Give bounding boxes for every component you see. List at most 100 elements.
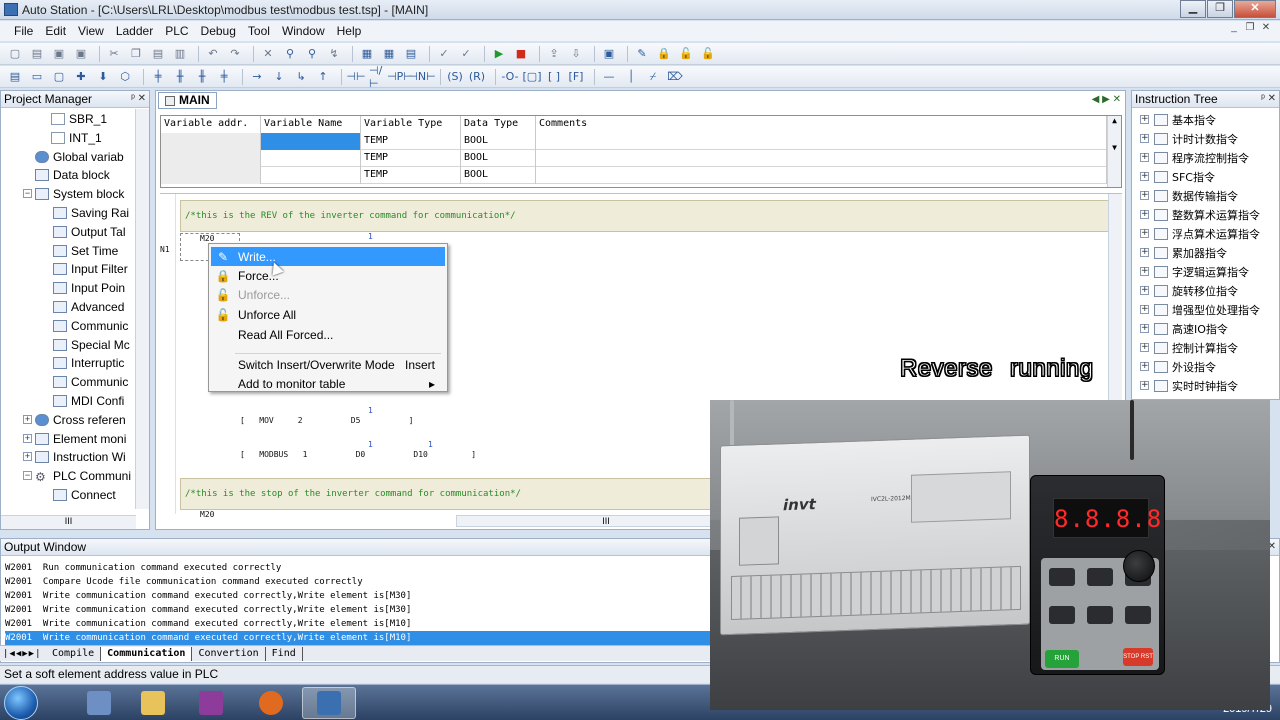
- save-icon[interactable]: ▣: [50, 46, 68, 62]
- output-line[interactable]: W2001 Write communication command execut…: [5, 589, 711, 603]
- function-icon[interactable]: [F]: [567, 69, 585, 85]
- instruction-category[interactable]: + 增强型位处理指令: [1140, 300, 1260, 319]
- menu-edit[interactable]: Edit: [45, 24, 66, 38]
- replace-icon[interactable]: ⚲: [303, 46, 321, 62]
- run-icon[interactable]: ▶: [490, 46, 508, 62]
- instruction-category[interactable]: + 程序流控制指令: [1140, 148, 1249, 167]
- n-contact-icon[interactable]: ⊣N⊢: [408, 69, 435, 85]
- open-icon[interactable]: ▤: [28, 46, 46, 62]
- context-menu-item[interactable]: Switch Insert/Overwrite Mode Insert: [211, 355, 445, 374]
- tree-item[interactable]: Set Time: [53, 242, 118, 260]
- mdi-restore-button[interactable]: ❐: [1242, 22, 1258, 36]
- output-line[interactable]: W2001 Write communication command execut…: [5, 617, 711, 631]
- menu-debug[interactable]: Debug: [201, 24, 236, 38]
- no-contact-icon[interactable]: ⊣⊢: [346, 69, 365, 85]
- cell-var-type[interactable]: TEMP: [361, 167, 461, 184]
- rect-icon[interactable]: ▢: [50, 69, 68, 85]
- project-vscrollbar[interactable]: [135, 109, 149, 509]
- stop-icon[interactable]: ■: [512, 46, 530, 62]
- taskbar-auto-station[interactable]: [302, 687, 356, 719]
- lad-icon[interactable]: ▤: [6, 69, 24, 85]
- tree-item[interactable]: Input Filter: [53, 260, 128, 278]
- panel-pin-close[interactable]: ᵖ ✕: [1261, 91, 1276, 107]
- find-icon[interactable]: ⚲: [281, 46, 299, 62]
- cell-data-type[interactable]: BOOL: [461, 150, 536, 167]
- hline-icon[interactable]: —: [600, 69, 618, 85]
- panel-pin-close[interactable]: ᵖ ✕: [131, 91, 146, 107]
- tree-item[interactable]: Special Mc: [53, 336, 130, 354]
- sfc-view-icon[interactable]: ▤: [402, 46, 420, 62]
- tree-item[interactable]: Global variab: [35, 148, 124, 166]
- instruction-category[interactable]: + SFC指令: [1140, 167, 1215, 186]
- tree-item[interactable]: + Cross referen: [23, 411, 126, 429]
- table-row[interactable]: TEMP BOOL: [161, 150, 1107, 167]
- right-line-icon[interactable]: →: [248, 69, 266, 85]
- save-as-icon[interactable]: ▣: [72, 46, 90, 62]
- tree-item[interactable]: Saving Rai: [53, 204, 129, 222]
- cell-name[interactable]: [261, 133, 361, 150]
- output-tab-nav[interactable]: |◀◀▶▶|: [0, 649, 46, 659]
- tree-item[interactable]: MDI Confi: [53, 392, 124, 410]
- output-tab-compile[interactable]: Compile: [46, 646, 102, 661]
- clipboard-icon[interactable]: ▥: [171, 46, 189, 62]
- download-icon[interactable]: ⇩: [567, 46, 585, 62]
- instruction-category[interactable]: + 计时计数指令: [1140, 129, 1238, 148]
- goto-icon[interactable]: ↯: [325, 46, 343, 62]
- maximize-button[interactable]: ❐: [1207, 0, 1233, 18]
- expand-icon[interactable]: +: [1140, 286, 1149, 295]
- output-line[interactable]: W2001 Write communication command execut…: [5, 603, 711, 617]
- vline-icon[interactable]: │: [622, 69, 640, 85]
- output-tab-communication[interactable]: Communication: [101, 646, 193, 661]
- up-line-icon[interactable]: ↑: [314, 69, 332, 85]
- tree-toggle[interactable]: +: [23, 452, 32, 462]
- tree-toggle[interactable]: +: [23, 414, 32, 424]
- tree-toggle[interactable]: −: [23, 471, 32, 481]
- menu-file[interactable]: File: [14, 24, 33, 38]
- redo-icon[interactable]: ↷: [226, 46, 244, 62]
- copy-icon[interactable]: ❐: [127, 46, 145, 62]
- tree-item[interactable]: Advanced: [53, 298, 124, 316]
- ladder-view-icon[interactable]: ▦: [358, 46, 376, 62]
- tree-item[interactable]: SBR_1: [51, 110, 107, 128]
- taskbar-app-purple[interactable]: [184, 687, 238, 719]
- taskbar-app-orange[interactable]: [244, 687, 298, 719]
- tab-nav-buttons[interactable]: ◀ ▶ ✕: [1092, 94, 1121, 105]
- reset-coil-icon[interactable]: (R): [468, 69, 486, 85]
- start-button[interactable]: [4, 686, 38, 720]
- monitor-icon[interactable]: ▣: [600, 46, 618, 62]
- context-menu-item[interactable]: Read All Forced...: [211, 325, 445, 344]
- cell-addr[interactable]: [161, 133, 261, 150]
- rung-branch-icon[interactable]: ╫: [171, 69, 189, 85]
- output-tab-convertion[interactable]: Convertion: [192, 646, 266, 661]
- p-contact-icon[interactable]: ⊣P⊢: [387, 69, 413, 85]
- compile-icon[interactable]: ✓: [435, 46, 453, 62]
- branch-icon[interactable]: ⬡: [116, 69, 134, 85]
- cell-var-type[interactable]: TEMP: [361, 133, 461, 150]
- tree-item[interactable]: + Element moni: [23, 430, 126, 448]
- menu-tool[interactable]: Tool: [248, 24, 270, 38]
- instruction-category[interactable]: + 旋转移位指令: [1140, 281, 1238, 300]
- mdi-minimize-button[interactable]: _: [1226, 22, 1242, 36]
- tree-item[interactable]: Communic: [53, 373, 128, 391]
- func-box-icon[interactable]: [▢]: [523, 69, 542, 85]
- cell-name[interactable]: [261, 167, 361, 184]
- del-line-icon[interactable]: ⌿: [644, 69, 662, 85]
- expand-icon[interactable]: +: [1140, 381, 1149, 390]
- expand-icon[interactable]: +: [1140, 115, 1149, 124]
- instruction-category[interactable]: + 基本指令: [1140, 110, 1216, 129]
- down-line-icon[interactable]: ↓: [270, 69, 288, 85]
- taskbar-calculator[interactable]: [72, 687, 126, 719]
- table-row[interactable]: TEMP BOOL: [161, 133, 1107, 150]
- tree-toggle[interactable]: +: [23, 433, 32, 443]
- paste-icon[interactable]: ▤: [149, 46, 167, 62]
- down-arrow-icon[interactable]: ⬇: [94, 69, 112, 85]
- instruction-category[interactable]: + 字逻辑运算指令: [1140, 262, 1249, 281]
- cut-icon[interactable]: ✂: [105, 46, 123, 62]
- mdi-close-button[interactable]: ✕: [1258, 22, 1274, 36]
- write-icon[interactable]: ✎: [633, 46, 651, 62]
- tree-toggle[interactable]: −: [23, 189, 32, 199]
- cell-data-type[interactable]: BOOL: [461, 133, 536, 150]
- del-icon[interactable]: ⌦: [666, 69, 684, 85]
- rung-parallel-icon[interactable]: ╫: [193, 69, 211, 85]
- cell-addr[interactable]: [161, 150, 261, 167]
